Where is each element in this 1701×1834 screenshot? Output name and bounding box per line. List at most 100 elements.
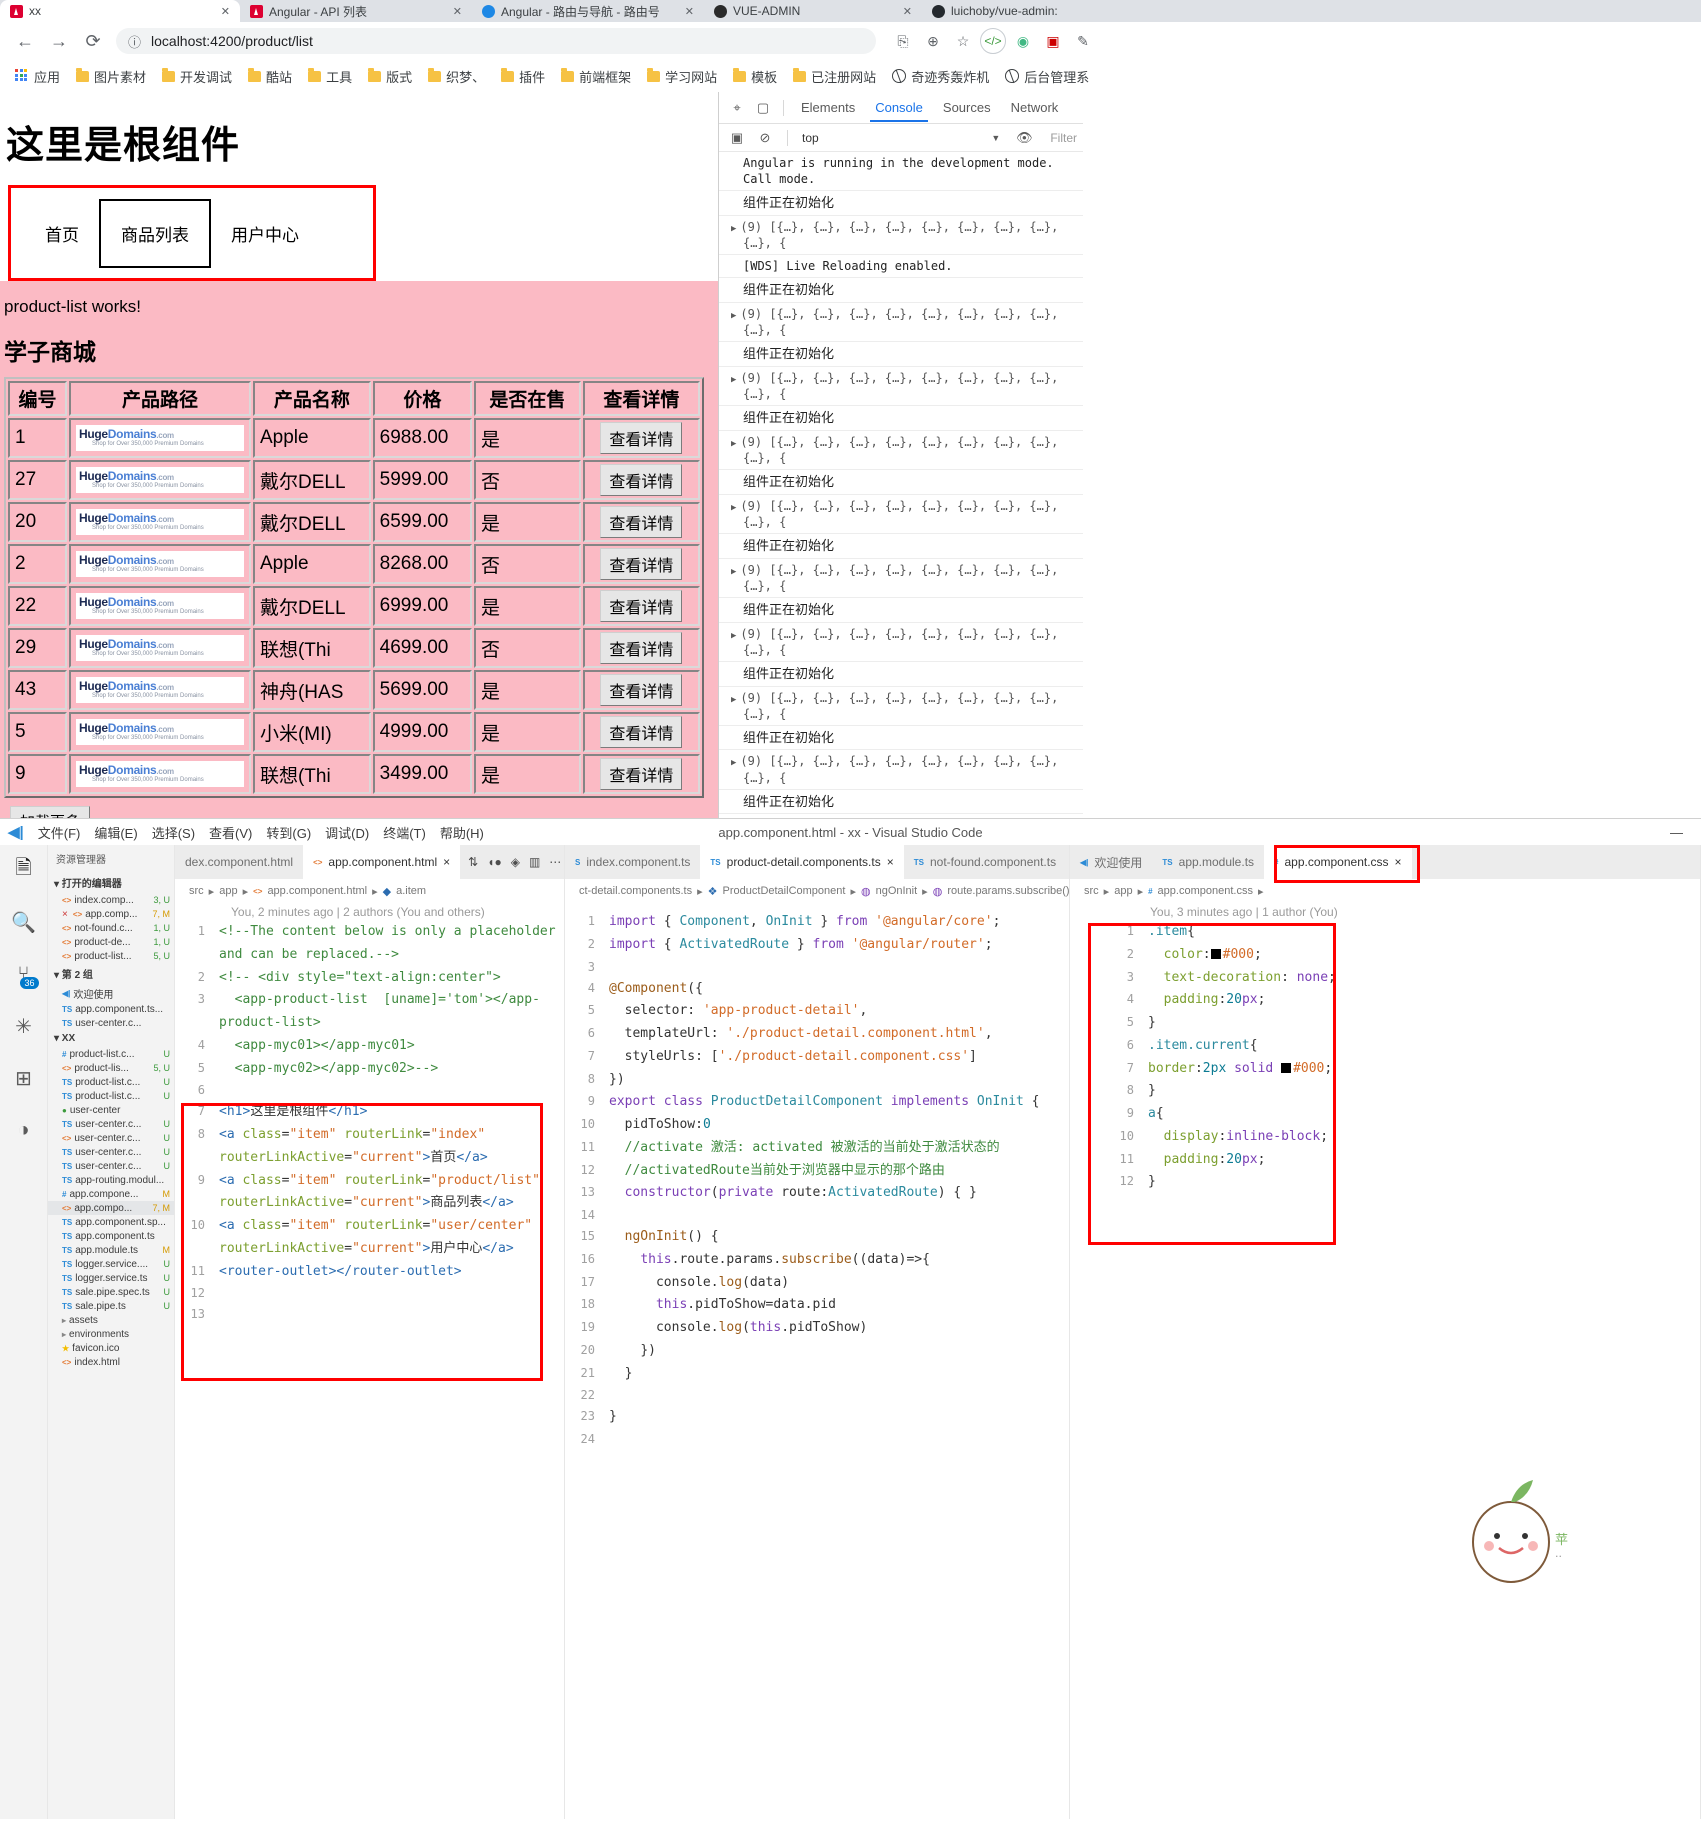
line-content[interactable]: padding:20px; [1148, 989, 1700, 1012]
console-context-select[interactable]: top [802, 131, 819, 145]
expand-icon[interactable]: ▶ [731, 374, 736, 386]
console-filter-input[interactable]: Filter [1050, 131, 1077, 145]
line-content[interactable]: export class ProductDetailComponent impl… [609, 1091, 1069, 1114]
breadcrumb-file[interactable]: ct-detail.components.ts [579, 885, 692, 897]
line-content[interactable]: constructor(private route:ActivatedRoute… [609, 1182, 1069, 1205]
file-tree-item[interactable]: # app.compone... M [48, 1187, 174, 1201]
bookmark-8[interactable]: 前端框架 [554, 65, 638, 88]
line-content[interactable]: console.log(this.pidToShow) [609, 1317, 1069, 1340]
bookmark-4[interactable]: 工具 [301, 65, 359, 88]
expand-icon[interactable]: ▶ [731, 438, 736, 450]
browser-tab-3[interactable]: VUE-ADMIN ✕ [704, 0, 922, 22]
line-content[interactable]: @Component({ [609, 978, 1069, 1001]
line-content[interactable] [219, 1304, 564, 1325]
expand-icon[interactable]: ▶ [731, 502, 736, 514]
line-content[interactable]: <a class="item" routerLink="user/center"… [219, 1215, 564, 1261]
file-tree-item[interactable]: TS logger.service.... U [48, 1257, 174, 1271]
line-content[interactable]: padding:20px; [1148, 1149, 1700, 1172]
view-detail-button[interactable]: 查看详情 [600, 716, 683, 748]
code-editor-ts[interactable]: 1 import { Component, OnInit } from '@ang… [565, 903, 1069, 1450]
bookmark-1[interactable]: 图片素材 [69, 65, 153, 88]
close-icon[interactable]: × [1395, 855, 1402, 869]
extensions-icon[interactable]: ⊞ [7, 1061, 41, 1095]
line-content[interactable]: <app-product-list [uname]='tom'></app-pr… [219, 989, 564, 1035]
line-content[interactable]: console.log(data) [609, 1272, 1069, 1295]
git-icon[interactable]: ◈ [511, 855, 520, 869]
breadcrumb-file[interactable]: app.component.html [267, 885, 367, 897]
forward-icon[interactable]: → [42, 24, 76, 58]
go-back-icon[interactable]: ◖● [487, 855, 502, 869]
line-content[interactable]: <app-myc01></app-myc01> [219, 1035, 564, 1058]
breadcrumb-file[interactable]: app.component.css [1158, 885, 1253, 897]
star-icon[interactable]: ☆ [950, 28, 976, 54]
close-icon[interactable]: ✕ [903, 5, 912, 18]
nav-link-product-list[interactable]: 商品列表 [99, 198, 211, 268]
line-content[interactable] [609, 957, 1069, 978]
browser-tab-4[interactable]: luichoby/vue-admin: [922, 0, 1142, 22]
pen-icon[interactable]: ✎ [1070, 28, 1096, 54]
inspect-icon[interactable]: ⌖ [725, 97, 749, 119]
file-tree-item[interactable]: TS app.component.sp... [48, 1215, 174, 1229]
file-tree-item[interactable]: TS sale.pipe.ts U [48, 1299, 174, 1313]
bookmark-12[interactable]: 奇迹秀轰炸机 [885, 65, 996, 88]
line-content[interactable]: <router-outlet></router-outlet> [219, 1261, 564, 1284]
view-detail-button[interactable]: 查看详情 [600, 758, 683, 790]
file-tree-item[interactable]: ▸ environments [48, 1327, 174, 1341]
line-content[interactable] [219, 1283, 564, 1304]
debug-icon[interactable]: ✳ [7, 1009, 41, 1043]
breadcrumb-method[interactable]: ngOnInit [876, 885, 918, 897]
browser-tab-2[interactable]: Angular - 路由与导航 - 路由号 ✕ [472, 0, 704, 22]
breadcrumb-app[interactable]: app [1114, 885, 1132, 897]
view-detail-button[interactable]: 查看详情 [600, 422, 683, 454]
file-tree-item[interactable]: TS user-center.c... U [48, 1159, 174, 1173]
bookmark-11[interactable]: 已注册网站 [786, 65, 883, 88]
file-tree-item[interactable]: <> not-found.c... 1, U [48, 921, 174, 935]
line-content[interactable]: } [1148, 1080, 1700, 1103]
line-content[interactable]: } [1148, 1171, 1700, 1194]
line-content[interactable] [219, 1080, 564, 1101]
expand-icon[interactable]: ▶ [731, 223, 736, 235]
close-icon[interactable]: ✕ [221, 5, 230, 18]
more-icon[interactable]: ⋯ [549, 855, 561, 869]
breadcrumb-src[interactable]: src [1084, 885, 1099, 897]
expand-icon[interactable]: ▶ [731, 630, 736, 642]
view-detail-button[interactable]: 查看详情 [600, 674, 683, 706]
explorer-section[interactable]: ▾ 第 2 组 [48, 963, 174, 984]
editor-tab-product-detail-ts[interactable]: TS product-detail.components.ts × [700, 845, 904, 879]
line-content[interactable]: this.route.params.subscribe((data)=>{ [609, 1249, 1069, 1272]
explorer-section[interactable]: ▾ XX [48, 1030, 174, 1047]
line-content[interactable]: border:2px solid #000; [1148, 1058, 1700, 1081]
file-tree-item[interactable]: # product-list.c... U [48, 1047, 174, 1061]
line-content[interactable]: text-decoration: none; [1148, 967, 1700, 990]
split-icon[interactable]: ⇅ [468, 855, 478, 869]
chevron-down-icon[interactable]: ▼ [991, 133, 1000, 143]
file-tree-item[interactable]: <> product-list... 5, U [48, 949, 174, 963]
eye-icon[interactable]: 👁 [1012, 127, 1036, 149]
file-tree-item[interactable]: TS user-center.c... U [48, 1117, 174, 1131]
line-content[interactable] [609, 1385, 1069, 1406]
close-icon[interactable]: ✕ [685, 5, 694, 18]
breadcrumb-callback[interactable]: route.params.subscribe() callback [947, 885, 1069, 897]
translate-icon[interactable]: ⎘ [890, 28, 916, 54]
expand-icon[interactable]: ▶ [731, 310, 736, 322]
editor-tab-not-found-ts[interactable]: TS not-found.component.ts [903, 845, 1067, 879]
tab-elements[interactable]: Elements [792, 94, 864, 121]
view-detail-button[interactable]: 查看详情 [600, 506, 683, 538]
close-icon[interactable]: × [443, 855, 450, 869]
file-tree-item[interactable]: <> index.comp... 3, U [48, 893, 174, 907]
browser-tab-0[interactable]: xx ✕ [0, 0, 240, 22]
line-content[interactable]: } [609, 1406, 1069, 1429]
expand-icon[interactable]: ▶ [731, 694, 736, 706]
line-content[interactable]: .item.current{ [1148, 1035, 1700, 1058]
breadcrumb-src[interactable]: src [189, 885, 204, 897]
code-editor-html[interactable]: 1 <!--The content below is only a placeho… [175, 921, 564, 1325]
devtools-icon[interactable]: </> [980, 28, 1006, 54]
nav-link-home[interactable]: 首页 [25, 201, 99, 266]
file-explorer[interactable]: 资源管理器 ▾ 打开的编辑器 <> index.comp... 3, U × <> app.… [48, 845, 175, 1819]
remote-icon[interactable]: ◑ [7, 1113, 41, 1147]
file-tree-item[interactable]: TS app.component.ts... [48, 1002, 174, 1016]
breadcrumb[interactable]: ct-detail.components.ts ▸ ❖ ProductDetail… [565, 879, 1069, 903]
line-content[interactable]: <a class="item" routerLink="product/list… [219, 1170, 564, 1216]
code-editor-css[interactable]: 1 .item{2 color: #000; 3 text-decoration: n… [1070, 921, 1700, 1194]
breadcrumb-class[interactable]: ProductDetailComponent [723, 885, 846, 897]
